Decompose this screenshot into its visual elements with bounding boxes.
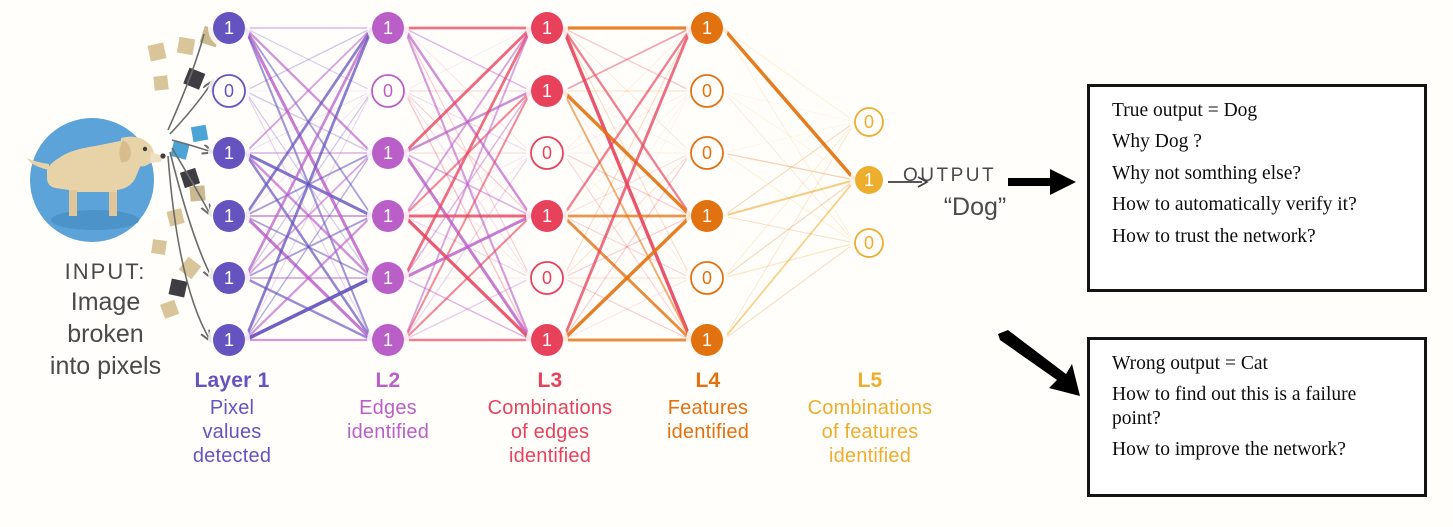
wrong-output-line-3: How to improve the network? [1112,439,1346,461]
network-edge [722,121,856,154]
neuron-value: 1 [702,330,712,350]
layer-nodes-l2: 1 0 1 1 1 1 [367,7,409,361]
layer-desc-l4-2: identified [666,421,750,443]
layer-nodes-l1: 1 0 1 1 1 1 [208,7,250,361]
layer-title-l4: L4 [695,369,721,392]
input-line-1: Image [70,288,141,317]
layer-desc-l3-1: Combinations [487,396,613,419]
arrow-to-true-output-box [1008,169,1076,195]
neuron-value: 1 [224,206,234,226]
neuron-value: 0 [702,81,712,101]
neuron-value: 0 [383,81,393,101]
neuron-value: 1 [383,330,393,350]
layer-caption-l1: Layer 1 Pixel values detected [152,368,312,469]
network-edge [722,242,856,341]
input-label: INPUT: Image broken into pixels [18,258,193,382]
layer-desc-l1-3: detected [192,445,272,468]
neuron-value: 1 [542,330,552,350]
true-output-line-2: Why Dog ? [1112,131,1202,153]
layer-nodes-l3: 1 1 0 1 0 1 [526,7,568,361]
network-edge [722,121,856,279]
input-heading: INPUT: [64,259,147,284]
layer-title-l1: Layer 1 [194,369,270,392]
neuron-value: 1 [224,268,234,288]
neuron-value: 0 [864,233,874,253]
input-line-2: broken [67,320,144,349]
neuron-value: 1 [383,206,393,226]
true-output-line-4: How to automatically verify it? [1112,194,1357,216]
neuron-value: 1 [542,81,552,101]
wrong-output-line-2: How to find out this is a failure point? [1112,384,1357,429]
layer-desc-l3-3: identified [508,445,592,468]
neuron-value: 0 [702,268,712,288]
layer-desc-l5-2: of features [821,421,919,443]
layer-caption-l5: L5 Combinations of features identified [780,368,960,469]
network-edge [722,90,856,123]
neuron-value: 1 [542,18,552,38]
network-edge [722,179,856,341]
neuron-value: 0 [224,81,234,101]
layer-desc-l1-1: Pixel [209,396,255,419]
true-output-line-5: How to trust the network? [1112,225,1316,247]
layer-nodes-l5: 0 1 0 [850,103,888,262]
neuron-value: 0 [542,268,552,288]
layer-title-l5: L5 [857,369,883,392]
true-output-line-1: True output = Dog [1112,100,1258,121]
layer-caption-l4: L4 Features identified [638,368,778,444]
neuron-value: 1 [702,206,712,226]
neuron-value: 1 [542,206,552,226]
neuron-value: 1 [383,143,393,163]
neuron-value: 1 [864,170,874,190]
network-edge [722,27,856,123]
layer-title-l3: L3 [537,369,563,392]
diagram-canvas: 1 0 1 1 1 1 1 0 1 1 1 1 1 1 0 1 0 1 1 0 0 1 0 1 0 1 0 INPUT: Image… [0,0,1453,527]
neuron-value: 1 [383,268,393,288]
neuron-value: 1 [224,18,234,38]
neuron-value: 0 [864,112,874,132]
wrong-output-box: Wrong output = Cat How to find out this … [1087,337,1427,497]
neuron-value: 1 [224,330,234,350]
true-output-line-3: Why not somthing else? [1112,162,1302,184]
neuron-value: 0 [702,143,712,163]
true-output-box: True output = Dog Why Dog ? Why not somt… [1087,84,1427,292]
wrong-output-line-1: Wrong output = Cat [1112,353,1268,374]
layer-caption-l3: L3 Combinations of edges identified [460,368,640,469]
layer-desc-l4-1: Features [667,396,749,419]
layer-nodes-l4: 1 0 0 1 0 1 [686,7,728,361]
layer-desc-l5-1: Combinations [807,396,933,419]
neuron-value: 0 [542,143,552,163]
layer-desc-l5-3: identified [828,445,912,468]
layer-desc-l3-2: of edges [510,421,590,443]
layer-desc-l1-2: values [202,421,262,443]
neuron-value: 1 [702,18,712,38]
neuron-value: 1 [383,18,393,38]
layer-desc-l2-1: Edges [359,396,417,419]
layer-caption-l2: L2 Edges identified [312,368,464,444]
neuron-value: 1 [224,143,234,163]
layer-title-l2: L2 [375,369,401,392]
network-edge [722,121,856,341]
arrow-to-wrong-output-box [998,330,1080,396]
layer-desc-l2-2: identified [346,421,430,443]
